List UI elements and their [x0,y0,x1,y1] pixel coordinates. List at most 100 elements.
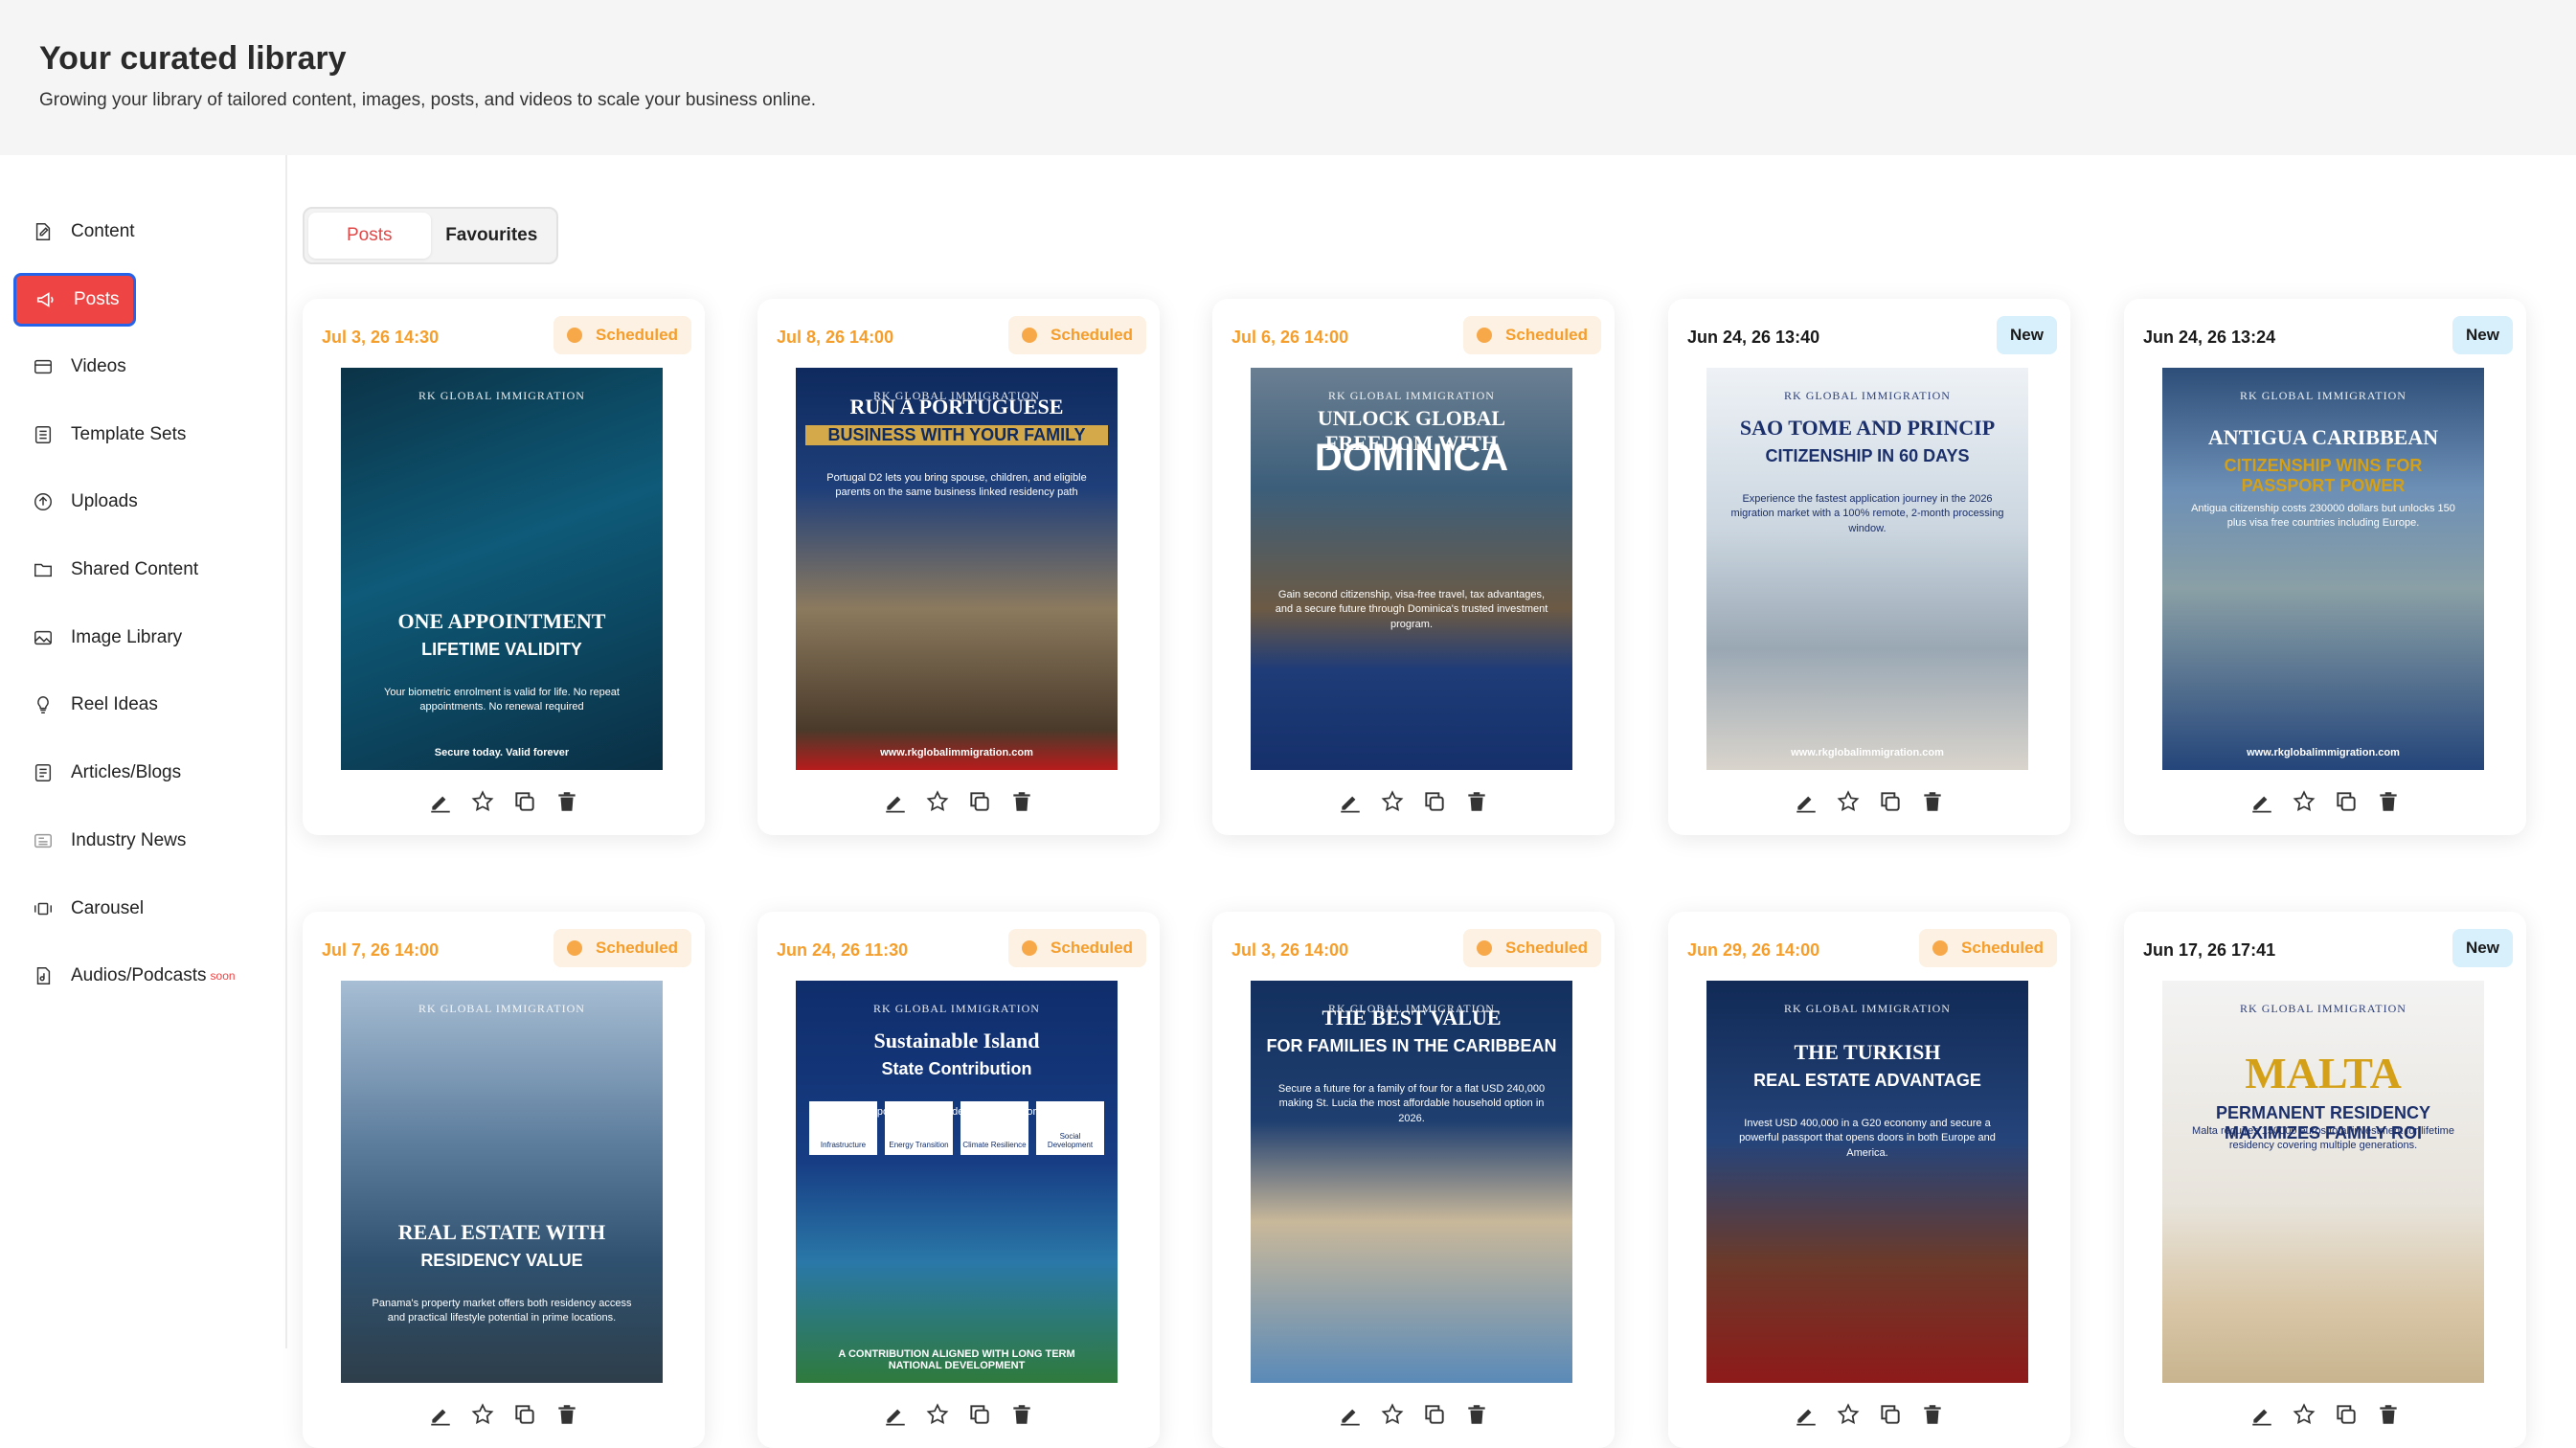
sidebar-item-posts[interactable]: Posts [13,273,136,327]
poster-headline-secondary: CITIZENSHIP IN 60 DAYS [1765,446,1970,465]
card-actions [303,789,705,814]
trash-icon[interactable] [554,789,579,814]
copy-icon[interactable] [512,1402,537,1427]
poster-headline: ANTIGUA CARIBBEAN [2207,425,2439,449]
edit-icon[interactable] [1794,789,1819,814]
post-card[interactable]: Jun 24, 26 11:30 Scheduled RK GLOBAL IMMIG… [757,912,1160,1448]
star-icon[interactable] [470,1402,495,1427]
edit-icon[interactable] [428,789,453,814]
post-image[interactable]: RK GLOBAL IMMIGRATION THE TURKISH REAL EST… [1706,981,2028,1383]
poster-brand: RK GLOBAL IMMIGRATION [1784,389,1951,402]
status-badge: Scheduled [1008,929,1146,967]
edit-icon[interactable] [883,789,908,814]
sidebar-item-audios-podcasts[interactable]: Audios/Podcasts soon [13,949,272,1003]
post-card[interactable]: Jul 8, 26 14:00 Scheduled RK GLOBAL IMMIGR… [757,299,1160,835]
sidebar-item-uploads[interactable]: Uploads [13,475,272,529]
sidebar-item-articles-blogs[interactable]: Articles/Blogs [13,746,272,800]
trash-icon[interactable] [1464,789,1489,814]
audio-icon [33,965,54,986]
sidebar-item-industry-news[interactable]: Industry News [13,814,272,868]
post-image[interactable]: RK GLOBAL IMMIGRATION ONE APPOINTMENT LIFE… [341,368,663,770]
edit-icon[interactable] [428,1402,453,1427]
sidebar-item-reel-ideas[interactable]: Reel Ideas [13,678,272,732]
sidebar-item-image-library[interactable]: Image Library [13,611,272,665]
copy-icon[interactable] [1878,789,1903,814]
post-card[interactable]: Jul 3, 26 14:30 Scheduled RK GLOBAL IMMIGR… [303,299,705,835]
post-image[interactable]: RK GLOBAL IMMIGRATION ANTIGUA CARIBBEAN CI… [2162,368,2484,770]
poster-brand: RK GLOBAL IMMIGRATION [2240,389,2407,402]
poster-headline: SAO TOME AND PRINCIP [1739,416,1996,440]
star-icon[interactable] [925,1402,950,1427]
card-actions [757,789,1160,814]
sidebar-item-label: Articles/Blogs [71,762,182,782]
copy-icon[interactable] [2334,789,2359,814]
card-actions [2124,1402,2526,1427]
status-badge: Scheduled [1919,929,2057,967]
copy-icon[interactable] [1422,1402,1447,1427]
star-icon[interactable] [1380,1402,1405,1427]
poster-footer: Secure today. Valid forever [434,747,570,758]
copy-icon[interactable] [1878,1402,1903,1427]
status-badge: Scheduled [1463,316,1601,354]
post-card[interactable]: Jul 7, 26 14:00 Scheduled RK GLOBAL IMMIGR… [303,912,705,1448]
sidebar-item-label: Uploads [71,491,138,511]
edit-icon[interactable] [1794,1402,1819,1427]
poster-body: Portugal D2 lets you bring spouse, child… [826,472,1087,499]
copy-icon[interactable] [967,1402,992,1427]
copy-icon[interactable] [967,789,992,814]
edit-icon[interactable] [883,1402,908,1427]
edit-icon[interactable] [1338,789,1363,814]
copy-icon[interactable] [512,789,537,814]
star-icon[interactable] [1380,789,1405,814]
post-card[interactable]: Jun 17, 26 17:41 New RK GLOBAL IMMIGRATION… [2124,912,2526,1448]
post-card[interactable]: Jun 24, 26 13:40 New RK GLOBAL IMMIGRATION… [1668,299,2070,835]
tab-favourites[interactable]: Favourites [431,213,554,259]
post-image[interactable]: RK GLOBAL IMMIGRATION UNLOCK GLOBAL FREED… [1251,368,1572,770]
sidebar-item-shared-content[interactable]: Shared Content [13,543,272,597]
status-badge: New [2452,316,2513,354]
sidebar-item-content[interactable]: Content [13,205,272,259]
poster-brand: RK GLOBAL IMMIGRATION [418,1002,585,1015]
edit-icon[interactable] [2249,789,2274,814]
copy-icon[interactable] [2334,1402,2359,1427]
edit-icon[interactable] [2249,1402,2274,1427]
trash-icon[interactable] [1920,789,1945,814]
sidebar-item-template-sets[interactable]: Template Sets [13,408,272,462]
trash-icon[interactable] [554,1402,579,1427]
card-actions [2124,789,2526,814]
star-icon[interactable] [2292,789,2316,814]
post-card[interactable]: Jun 24, 26 13:24 New RK GLOBAL IMMIGRATION… [2124,299,2526,835]
card-actions [1212,1402,1615,1427]
status-badge: New [2452,929,2513,967]
trash-icon[interactable] [1009,1402,1034,1427]
post-image[interactable]: RK GLOBAL IMMIGRATION RUN A PORTUGUESE BUS… [796,368,1118,770]
star-icon[interactable] [1836,1402,1861,1427]
post-card[interactable]: Jun 29, 26 14:00 Scheduled RK GLOBAL IMMIG… [1668,912,2070,1448]
copy-icon[interactable] [1422,789,1447,814]
trash-icon[interactable] [2376,1402,2401,1427]
star-icon[interactable] [470,789,495,814]
carousel-icon [33,898,54,919]
card-actions [1668,789,2070,814]
post-card[interactable]: Jul 6, 26 14:00 Scheduled RK GLOBAL IMMIGR… [1212,299,1615,835]
trash-icon[interactable] [1009,789,1034,814]
star-icon[interactable] [925,789,950,814]
trash-icon[interactable] [2376,789,2401,814]
sidebar-item-carousel[interactable]: Carousel [13,882,272,936]
star-icon[interactable] [1836,789,1861,814]
post-date: Jul 3, 26 14:00 [1232,940,1349,960]
post-image[interactable]: RK GLOBAL IMMIGRATION SAO TOME AND PRINCI… [1706,368,2028,770]
sidebar-item-label: Posts [74,289,120,309]
tab-posts[interactable]: Posts [308,213,431,259]
poster-footer: www.rkglobalimmigration.com [1791,747,1944,758]
post-image[interactable]: RK GLOBAL IMMIGRATION THE BEST VALUE FOR F… [1251,981,1572,1383]
post-card[interactable]: Jul 3, 26 14:00 Scheduled RK GLOBAL IMMIGR… [1212,912,1615,1448]
edit-icon[interactable] [1338,1402,1363,1427]
post-image[interactable]: RK GLOBAL IMMIGRATION MALTA PERMANENT RESI… [2162,981,2484,1383]
star-icon[interactable] [2292,1402,2316,1427]
sidebar-item-videos[interactable]: Videos [13,340,272,394]
post-image[interactable]: RK GLOBAL IMMIGRATION REAL ESTATE WITH RES… [341,981,663,1383]
trash-icon[interactable] [1464,1402,1489,1427]
post-image[interactable]: RK GLOBAL IMMIGRATION Sustainable Island S… [796,981,1118,1383]
trash-icon[interactable] [1920,1402,1945,1427]
